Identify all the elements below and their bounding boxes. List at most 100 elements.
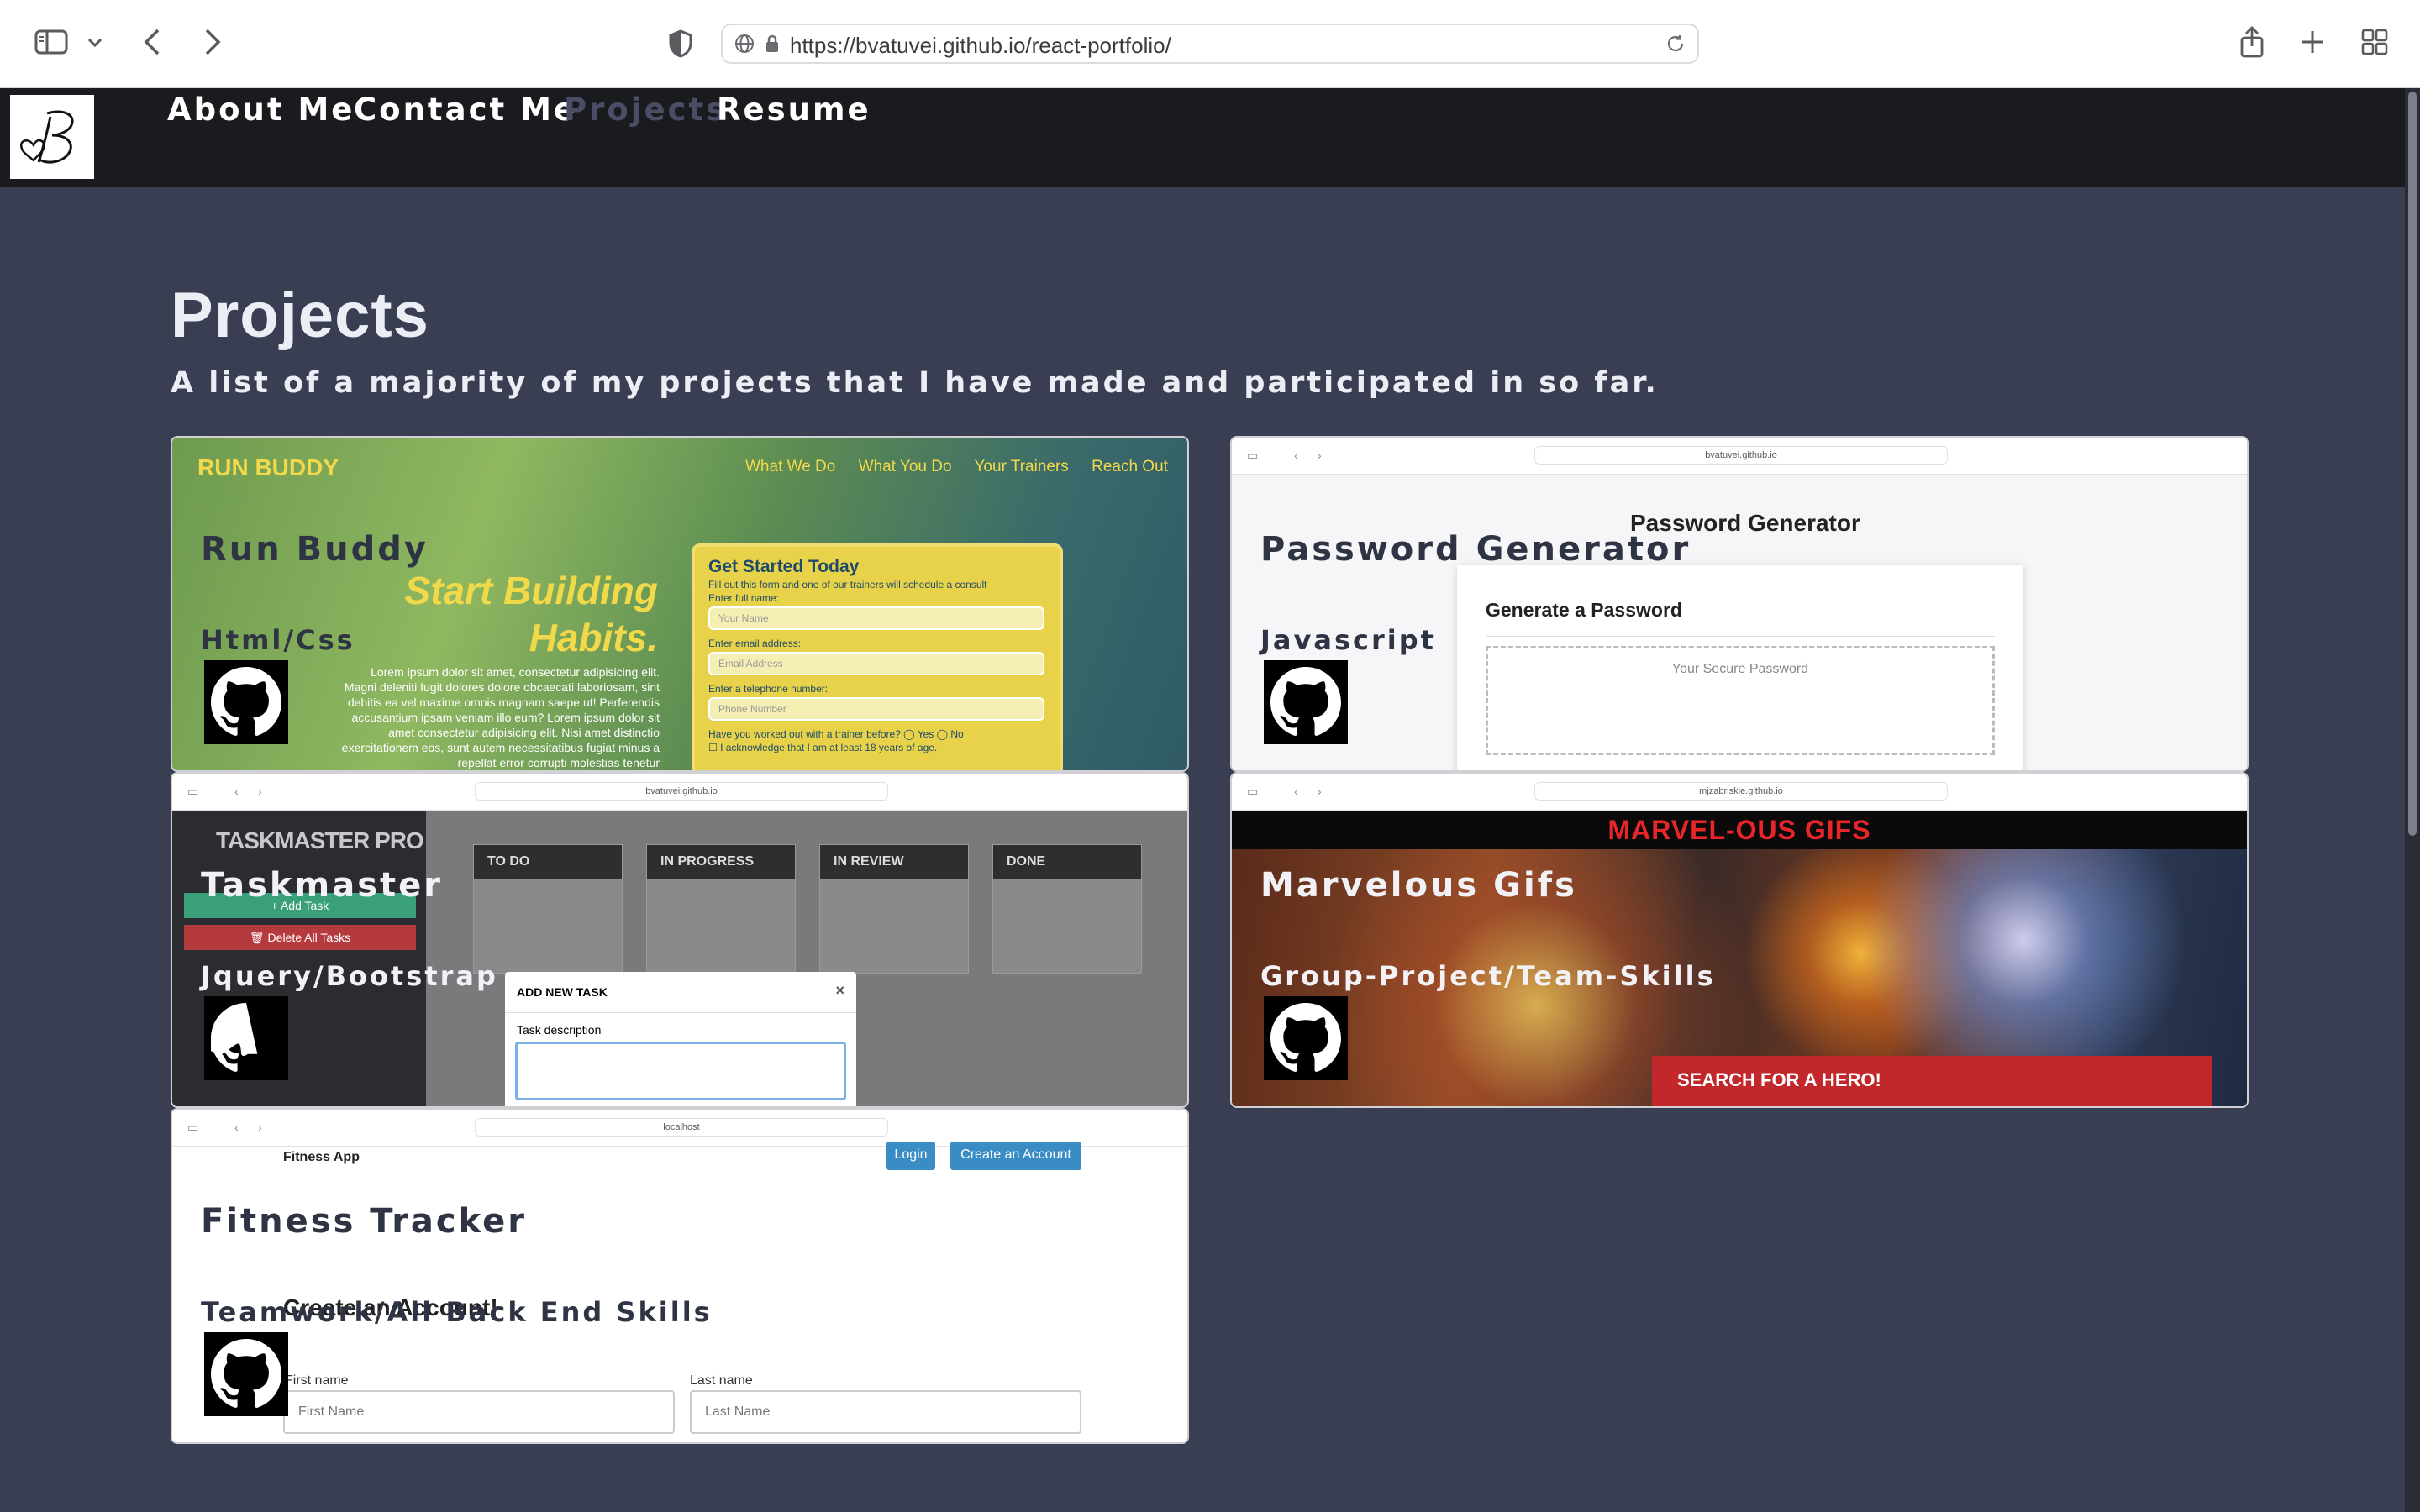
preview-modal-label: Task description bbox=[517, 1023, 602, 1037]
forward-icon[interactable] bbox=[200, 25, 225, 59]
preview-browser-bar: ▭ ‹ › bvatuvei.github.io bbox=[172, 774, 1187, 811]
nav-about-me[interactable]: About Me bbox=[167, 92, 355, 128]
preview-panel-title: Generate a Password bbox=[1486, 599, 1682, 621]
preview-url: bvatuvei.github.io bbox=[1534, 446, 1948, 465]
preview-banner: MARVEL-OUS GIFS bbox=[1232, 811, 2247, 849]
close-icon: × bbox=[835, 982, 844, 999]
preview-hero-line: Start Building bbox=[404, 569, 658, 612]
github-icon bbox=[1270, 1003, 1341, 1072]
project-card-fitness-tracker[interactable]: ▭ ‹ › localhost Fitness App Login Create… bbox=[171, 1108, 1189, 1444]
preview-delete-all: 🗑 Delete All Tasks bbox=[184, 925, 416, 950]
github-link[interactable] bbox=[1264, 660, 1348, 744]
nav-contact-me[interactable]: Contact Me bbox=[354, 92, 577, 128]
preview-column-header: DONE bbox=[993, 845, 1141, 879]
mini-back-icon: ‹ bbox=[1294, 785, 1298, 798]
preview-last-input: Last Name bbox=[690, 1390, 1081, 1434]
preview-modal: ADD NEW TASK × Task description bbox=[505, 972, 856, 1106]
preview-column: IN PROGRESS bbox=[646, 844, 796, 974]
preview-ack-text: I acknowledge that I am at least 18 year… bbox=[720, 742, 938, 753]
preview-browser-bar: ▭ ‹ › mjzabriskie.github.io bbox=[1232, 774, 2247, 811]
preview-first-input: First Name bbox=[283, 1390, 675, 1434]
preview-last-label: Last name bbox=[690, 1373, 753, 1388]
project-tech: Teamwork/All Back End Skills bbox=[201, 1296, 713, 1328]
github-link[interactable] bbox=[1264, 996, 1348, 1080]
preview-form-label: Enter full name: bbox=[708, 592, 780, 604]
github-link[interactable] bbox=[204, 1332, 288, 1416]
logo[interactable] bbox=[10, 95, 94, 179]
preview-column: DONE bbox=[992, 844, 1142, 974]
share-icon[interactable] bbox=[2237, 24, 2267, 60]
privacy-shield-icon[interactable] bbox=[666, 27, 696, 60]
github-icon bbox=[211, 667, 281, 736]
github-icon bbox=[211, 1003, 258, 1072]
preview-column: TO DO bbox=[473, 844, 623, 974]
preview-ack: ☐ I acknowledge that I am at least 18 ye… bbox=[708, 742, 938, 753]
preview-delete-all-label: Delete All Tasks bbox=[267, 931, 351, 944]
mini-forward-icon: › bbox=[1318, 449, 1322, 462]
preview-link: Your Trainers bbox=[974, 458, 1069, 475]
preview-divider bbox=[1486, 636, 1995, 637]
preview-column-header: IN PROGRESS bbox=[647, 845, 795, 879]
preview-nav: What We Do What You Do Your Trainers Rea… bbox=[745, 458, 1186, 476]
project-card-marvelous-gifs[interactable]: ▭ ‹ › mjzabriskie.github.io MARVEL-OUS G… bbox=[1230, 772, 2249, 1108]
site-navbar: About Me Contact Me Projects Resume bbox=[0, 88, 2405, 187]
nav-projects[interactable]: Projects bbox=[564, 92, 727, 128]
preview-question: Have you worked out with a trainer befor… bbox=[708, 728, 964, 740]
nav-resume[interactable]: Resume bbox=[717, 92, 871, 128]
preview-column-header: TO DO bbox=[474, 845, 622, 879]
preview-search: SEARCH FOR A HERO! bbox=[1652, 1056, 2212, 1106]
project-card-password-generator[interactable]: ▭ ‹ › bvatuvei.github.io Password Genera… bbox=[1230, 436, 2249, 772]
preview-column-header: IN REVIEW bbox=[820, 845, 968, 879]
project-title: Run Buddy bbox=[201, 530, 429, 569]
preview-yes: Yes bbox=[917, 728, 934, 740]
preview-lorem: Lorem ipsum dolor sit amet, consectetur … bbox=[341, 665, 660, 769]
preview-first-label: First name bbox=[285, 1373, 349, 1388]
mini-sidebar-icon: ▭ bbox=[187, 785, 199, 798]
lock-icon bbox=[765, 34, 780, 57]
preview-link: What You Do bbox=[858, 458, 952, 475]
preview-create-button: Create an Account bbox=[950, 1142, 1081, 1170]
reload-icon[interactable] bbox=[1665, 34, 1686, 58]
back-icon[interactable] bbox=[139, 25, 165, 59]
preview-link: What We Do bbox=[745, 458, 836, 475]
tab-overview-icon[interactable] bbox=[2360, 27, 2390, 57]
preview-form-label: Enter a telephone number: bbox=[708, 683, 829, 695]
github-link[interactable] bbox=[204, 996, 288, 1080]
project-tech: Jquery/Bootstrap bbox=[201, 960, 498, 992]
page-title: Projects bbox=[171, 280, 429, 351]
project-card-run-buddy[interactable]: RUN BUDDY What We Do What You Do Your Tr… bbox=[171, 436, 1189, 772]
mini-forward-icon: › bbox=[1318, 785, 1322, 798]
preview-modal-title: ADD NEW TASK bbox=[517, 985, 608, 999]
page-scrollbar[interactable] bbox=[2405, 88, 2420, 1512]
logo-monogram-icon bbox=[19, 110, 74, 164]
github-link[interactable] bbox=[204, 660, 288, 744]
preview-link: Reach Out bbox=[1092, 458, 1168, 475]
chevron-down-icon[interactable] bbox=[84, 32, 106, 54]
project-tech: Group-Project/Team-Skills bbox=[1260, 960, 1716, 992]
project-card-taskmaster[interactable]: ▭ ‹ › bvatuvei.github.io TASKMASTER PRO … bbox=[171, 772, 1189, 1108]
mini-back-icon: ‹ bbox=[1294, 449, 1298, 462]
scrollbar-thumb[interactable] bbox=[2408, 92, 2417, 836]
preview-login-button: Login bbox=[886, 1142, 935, 1170]
project-title: Fitness Tracker bbox=[201, 1202, 528, 1241]
address-bar[interactable]: https://bvatuvei.github.io/react-portfol… bbox=[721, 24, 1699, 64]
preview-no: No bbox=[950, 728, 964, 740]
preview-form-label: Enter email address: bbox=[708, 638, 802, 649]
mini-back-icon: ‹ bbox=[234, 785, 239, 798]
new-tab-icon[interactable] bbox=[2297, 27, 2328, 57]
preview-brand: RUN BUDDY bbox=[197, 454, 339, 480]
browser-toolbar: https://bvatuvei.github.io/react-portfol… bbox=[0, 0, 2420, 88]
preview-form: Get Started Today Fill out this form and… bbox=[692, 543, 1063, 770]
url-text: https://bvatuvei.github.io/react-portfol… bbox=[790, 33, 1171, 58]
preview-textarea bbox=[515, 1042, 846, 1100]
preview-url: localhost bbox=[475, 1118, 888, 1137]
preview-form-sub: Fill out this form and one of our traine… bbox=[708, 579, 987, 591]
github-icon bbox=[1270, 667, 1341, 736]
preview-password-box: Your Secure Password bbox=[1486, 646, 1995, 755]
project-tech: Javascript bbox=[1260, 624, 1436, 656]
mini-back-icon: ‹ bbox=[234, 1121, 239, 1134]
sidebar-toggle-icon[interactable] bbox=[32, 27, 71, 57]
preview-app-name: Fitness App bbox=[283, 1150, 360, 1164]
page-subtitle: A list of a majority of my projects that… bbox=[171, 366, 1659, 400]
preview-input: Phone Number bbox=[708, 697, 1044, 721]
